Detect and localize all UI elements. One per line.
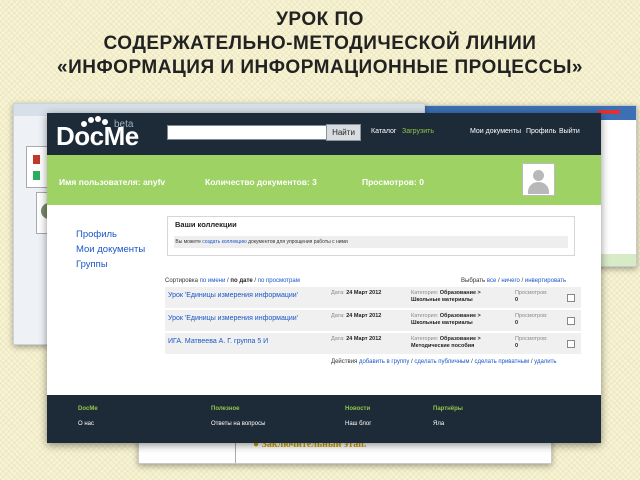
document-views: Просмотров: 0: [515, 336, 548, 350]
document-title-link[interactable]: ИГА. Матвеева А. Г. группа 5 И: [168, 338, 268, 345]
separator: /: [530, 359, 533, 365]
row-checkbox[interactable]: [567, 340, 575, 348]
views-value: 0: [515, 320, 519, 326]
slide-title-line-3: «ИНФОРМАЦИЯ И ИНФОРМАЦИОННЫЕ ПРОЦЕССЫ»: [57, 57, 583, 78]
separator: /: [521, 278, 524, 284]
separator: /: [254, 278, 257, 284]
table-row: Урок 'Единицы измерения информации' Дата…: [165, 287, 581, 308]
category-label: Категория:: [411, 313, 439, 319]
sidebar-item-groups[interactable]: Группы: [76, 259, 108, 270]
docme-screenshot: DocMe beta Найти Каталог Загрузить Мои д…: [47, 113, 601, 443]
separator: /: [227, 278, 229, 284]
nav-profile[interactable]: Профиль: [526, 128, 556, 135]
views-value: 0: [515, 343, 519, 349]
category-label: Категория:: [411, 290, 439, 296]
views-label: Просмотров:: [515, 336, 548, 342]
document-date: Дата: 24 Март 2012: [331, 313, 381, 320]
date-label: Дата:: [331, 290, 345, 296]
table-row: ИГА. Матвеева А. Г. группа 5 И Дата: 24 …: [165, 333, 581, 354]
nav-my-documents[interactable]: Мои документы: [470, 128, 521, 135]
create-collection-link[interactable]: создать коллекцию: [202, 239, 246, 245]
select-invert-link[interactable]: инвертировать: [525, 278, 566, 284]
document-date: Дата: 24 Март 2012: [331, 336, 381, 343]
document-title-link[interactable]: Урок 'Единицы измерения информации': [168, 292, 298, 299]
traffic-light-icon: [26, 146, 48, 188]
date-label: Дата:: [331, 313, 345, 319]
collections-title: Ваши коллекции: [175, 220, 237, 229]
slide-title-line-1: УРОК ПО: [276, 9, 364, 30]
footer-heading-useful: Полезное: [211, 406, 240, 412]
date-value: 24 Март 2012: [346, 290, 382, 296]
separator: /: [471, 359, 473, 365]
sort-by-views-link[interactable]: по просмотрам: [258, 278, 300, 284]
actions-label: Действия: [331, 359, 358, 365]
sort-by-date-link[interactable]: по дате: [230, 278, 252, 284]
document-views: Просмотров: 0: [515, 290, 548, 304]
date-value: 24 Март 2012: [346, 313, 382, 319]
document-title-link[interactable]: Урок 'Единицы измерения информации': [168, 315, 298, 322]
profile-username: Имя пользователя: anyfv: [59, 177, 166, 187]
sort-bar: Сортировка по имени / по дате / по просм…: [165, 278, 300, 284]
delete-link[interactable]: удалить: [534, 359, 556, 365]
footer-link-partner[interactable]: Ялa: [433, 421, 444, 427]
row-checkbox[interactable]: [567, 294, 575, 302]
nav-upload[interactable]: Загрузить: [402, 128, 434, 135]
nav-catalog[interactable]: Каталог: [371, 128, 396, 135]
nav-logout[interactable]: Выйти: [559, 128, 580, 135]
views-label: Просмотров:: [515, 313, 548, 319]
make-public-link[interactable]: сделать публичным: [414, 359, 469, 365]
document-views: Просмотров: 0: [515, 313, 548, 327]
row-checkbox[interactable]: [567, 317, 575, 325]
actions-bar: Действия добавить в группу / сделать пуб…: [331, 359, 557, 365]
collections-note-text: документов для упрощения работы с ними: [248, 239, 348, 245]
document-category: Категория: Образование > Школьные матери…: [411, 290, 511, 304]
site-footer: DocMe О нас Полезное Ответы на вопросы Н…: [47, 395, 601, 443]
date-value: 24 Март 2012: [346, 336, 382, 342]
select-label: Выбрать: [461, 278, 486, 284]
select-none-link[interactable]: ничего: [501, 278, 520, 284]
profile-docs-count: Количество документов: 3: [205, 177, 317, 187]
slide-title-line-2: СОДЕРЖАТЕЛЬНО-МЕТОДИЧЕСКОЙ ЛИНИИ: [103, 33, 537, 54]
footer-link-faq[interactable]: Ответы на вопросы: [211, 421, 265, 427]
document-category: Категория: Образование > Методические по…: [411, 336, 511, 350]
select-bar: Выбрать все / ничего / инвертировать: [461, 278, 566, 284]
document-category: Категория: Образование > Школьные матери…: [411, 313, 511, 327]
separator: /: [411, 359, 413, 365]
sort-label: Сортировка: [165, 278, 198, 284]
views-value: 0: [515, 297, 519, 303]
collections-panel: Ваши коллекции Вы можете создать коллекц…: [167, 216, 575, 256]
footer-heading-docme: DocMe: [78, 406, 98, 412]
footer-link-about[interactable]: О нас: [78, 421, 94, 427]
avatar[interactable]: [522, 163, 555, 196]
views-label: Просмотров:: [515, 290, 548, 296]
profile-views: Просмотров: 0: [362, 177, 424, 187]
document-date: Дата: 24 Март 2012: [331, 290, 381, 297]
date-label: Дата:: [331, 336, 345, 342]
add-to-group-link[interactable]: добавить в группу: [359, 359, 409, 365]
documents-table: Урок 'Единицы измерения информации' Дата…: [165, 287, 581, 356]
separator: /: [497, 278, 500, 284]
footer-heading-partners: Партнёры: [433, 406, 463, 412]
beta-badge: beta: [114, 119, 134, 130]
collections-note: Вы можете создать коллекцию документов д…: [174, 236, 568, 248]
category-label: Категория:: [411, 336, 439, 342]
sidebar-item-profile[interactable]: Профиль: [76, 229, 117, 240]
collections-note-text: Вы можете: [175, 239, 201, 245]
slide-title: УРОК ПО СОДЕРЖАТЕЛЬНО-МЕТОДИЧЕСКОЙ ЛИНИИ…: [0, 8, 640, 80]
footer-link-blog[interactable]: Наш блог: [345, 421, 371, 427]
make-private-link[interactable]: сделать приватным: [474, 359, 529, 365]
sidebar-item-my-documents[interactable]: Мои документы: [76, 244, 145, 255]
sort-by-name-link[interactable]: по имени: [200, 278, 226, 284]
select-all-link[interactable]: все: [487, 278, 496, 284]
search-button[interactable]: Найти: [326, 124, 361, 141]
site-header: DocMe beta Найти Каталог Загрузить Мои д…: [47, 113, 601, 155]
footer-heading-news: Новости: [345, 406, 371, 412]
search-input[interactable]: [167, 125, 327, 140]
background-red-mark: [598, 110, 620, 114]
table-row: Урок 'Единицы измерения информации' Дата…: [165, 310, 581, 331]
